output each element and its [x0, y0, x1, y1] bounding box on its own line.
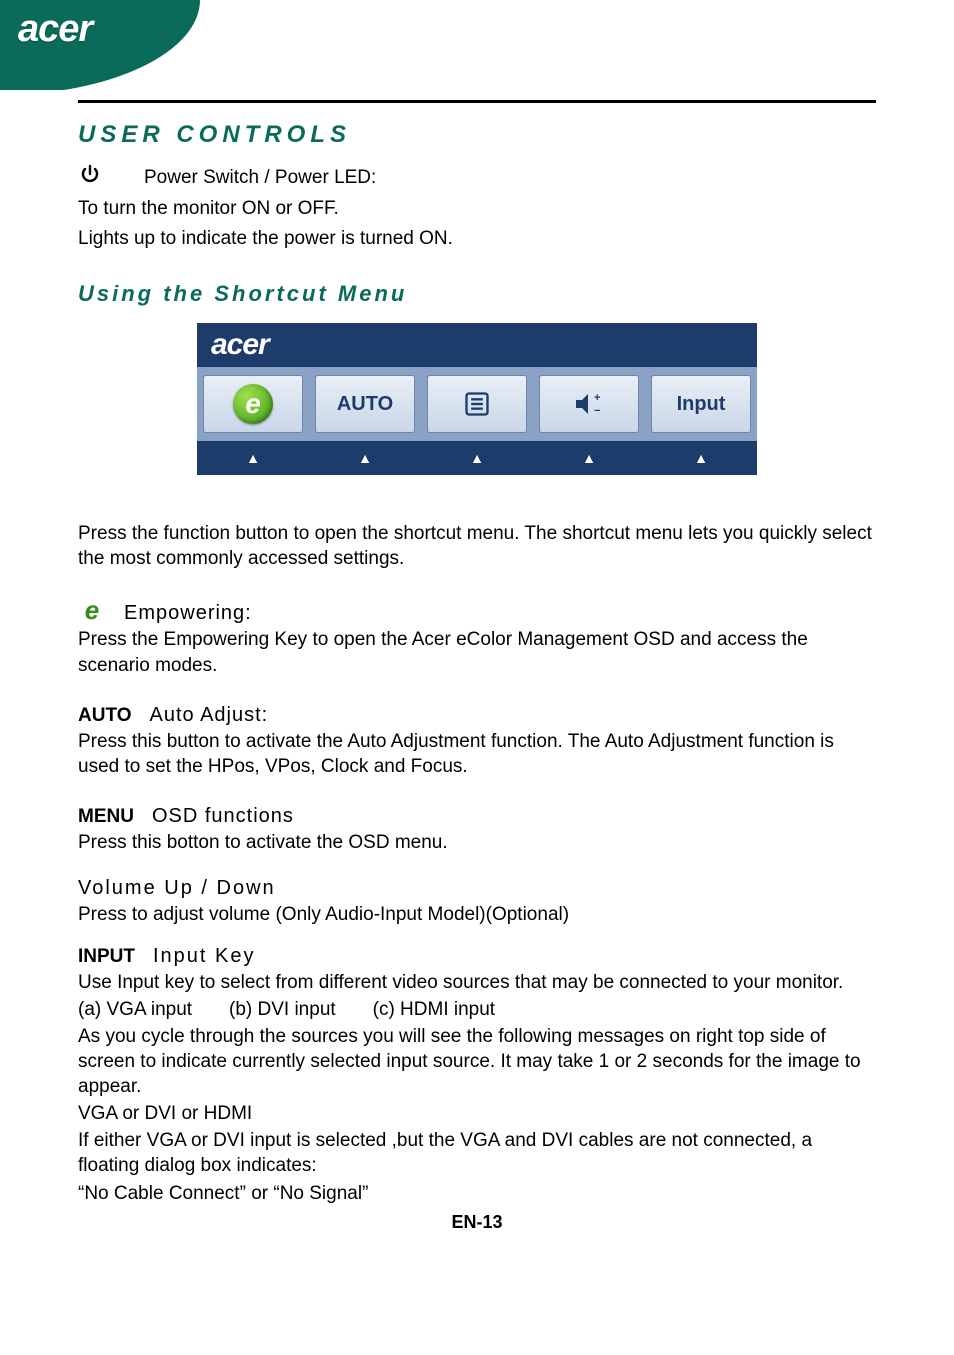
- shortcut-heading: Using the Shortcut Menu: [78, 281, 876, 307]
- power-line2: Lights up to indicate the power is turne…: [78, 226, 876, 252]
- brand-logo: acer: [18, 8, 92, 51]
- menu-title: OSD functions: [152, 805, 294, 828]
- auto-body: Press this button to activate the Auto A…: [78, 729, 876, 779]
- menu-header: acer: [197, 323, 757, 367]
- power-label: Power Switch / Power LED:: [144, 165, 376, 191]
- auto-title: Auto Adjust:: [149, 704, 268, 727]
- input-l4: VGA or DVI or HDMI: [78, 1101, 876, 1126]
- input-l5: If either VGA or DVI input is selected ,…: [78, 1128, 876, 1178]
- input-l6: “No Cable Connect” or “No Signal”: [78, 1181, 876, 1206]
- input-l1: Use Input key to select from different v…: [78, 970, 876, 995]
- empowering-title: Empowering:: [124, 602, 252, 625]
- empowering-row: e Empowering:: [78, 597, 876, 625]
- menu-row: MENU OSD functions: [78, 805, 876, 828]
- arrow-up-icon: ▲: [645, 441, 757, 475]
- volume-body: Press to adjust volume (Only Audio-Input…: [78, 902, 876, 927]
- section-heading: USER CONTROLS: [78, 121, 876, 149]
- power-row: Power Switch / Power LED:: [78, 163, 876, 192]
- volume-icon: + −: [572, 390, 606, 418]
- empowering-icon: e: [233, 384, 273, 424]
- top-rule: [78, 100, 876, 103]
- menu-btn-empowering[interactable]: e: [203, 375, 303, 433]
- shortcut-menu-figure: acer e AUTO + − I: [197, 323, 757, 475]
- arrow-up-icon: ▲: [533, 441, 645, 475]
- menu-label: MENU: [78, 806, 134, 828]
- arrow-up-icon: ▲: [197, 441, 309, 475]
- auto-row: AUTO Auto Adjust:: [78, 704, 876, 727]
- input-label: INPUT: [78, 946, 135, 968]
- input-title: Input Key: [153, 945, 256, 968]
- arrow-up-icon: ▲: [309, 441, 421, 475]
- shortcut-intro: Press the function button to open the sh…: [78, 521, 876, 571]
- auto-label: AUTO: [78, 705, 131, 727]
- menu-btn-auto[interactable]: AUTO: [315, 375, 415, 433]
- arrow-up-icon: ▲: [421, 441, 533, 475]
- input-row: INPUT Input Key: [78, 945, 876, 968]
- svg-text:−: −: [594, 405, 600, 417]
- menu-body: Press this botton to activate the OSD me…: [78, 830, 876, 855]
- menu-button-row: e AUTO + − Input: [197, 367, 757, 441]
- volume-title: Volume Up / Down: [78, 877, 876, 900]
- page-number: EN-13: [78, 1212, 876, 1233]
- menu-brand: acer: [211, 328, 269, 362]
- power-icon: [78, 163, 102, 192]
- empowering-body: Press the Empowering Key to open the Ace…: [78, 627, 876, 677]
- empowering-e-icon: e: [78, 597, 106, 623]
- input-l2: (a) VGA input (b) DVI input (c) HDMI inp…: [78, 997, 876, 1022]
- menu-btn-input[interactable]: Input: [651, 375, 751, 433]
- power-line1: To turn the monitor ON or OFF.: [78, 196, 876, 222]
- menu-arrow-row: ▲ ▲ ▲ ▲ ▲: [197, 441, 757, 475]
- page-body: USER CONTROLS Power Switch / Power LED: …: [0, 0, 954, 1233]
- svg-text:+: +: [594, 392, 600, 404]
- menu-list-icon: [463, 390, 491, 418]
- menu-btn-menu[interactable]: [427, 375, 527, 433]
- menu-btn-volume[interactable]: + −: [539, 375, 639, 433]
- input-l3: As you cycle through the sources you wil…: [78, 1024, 876, 1099]
